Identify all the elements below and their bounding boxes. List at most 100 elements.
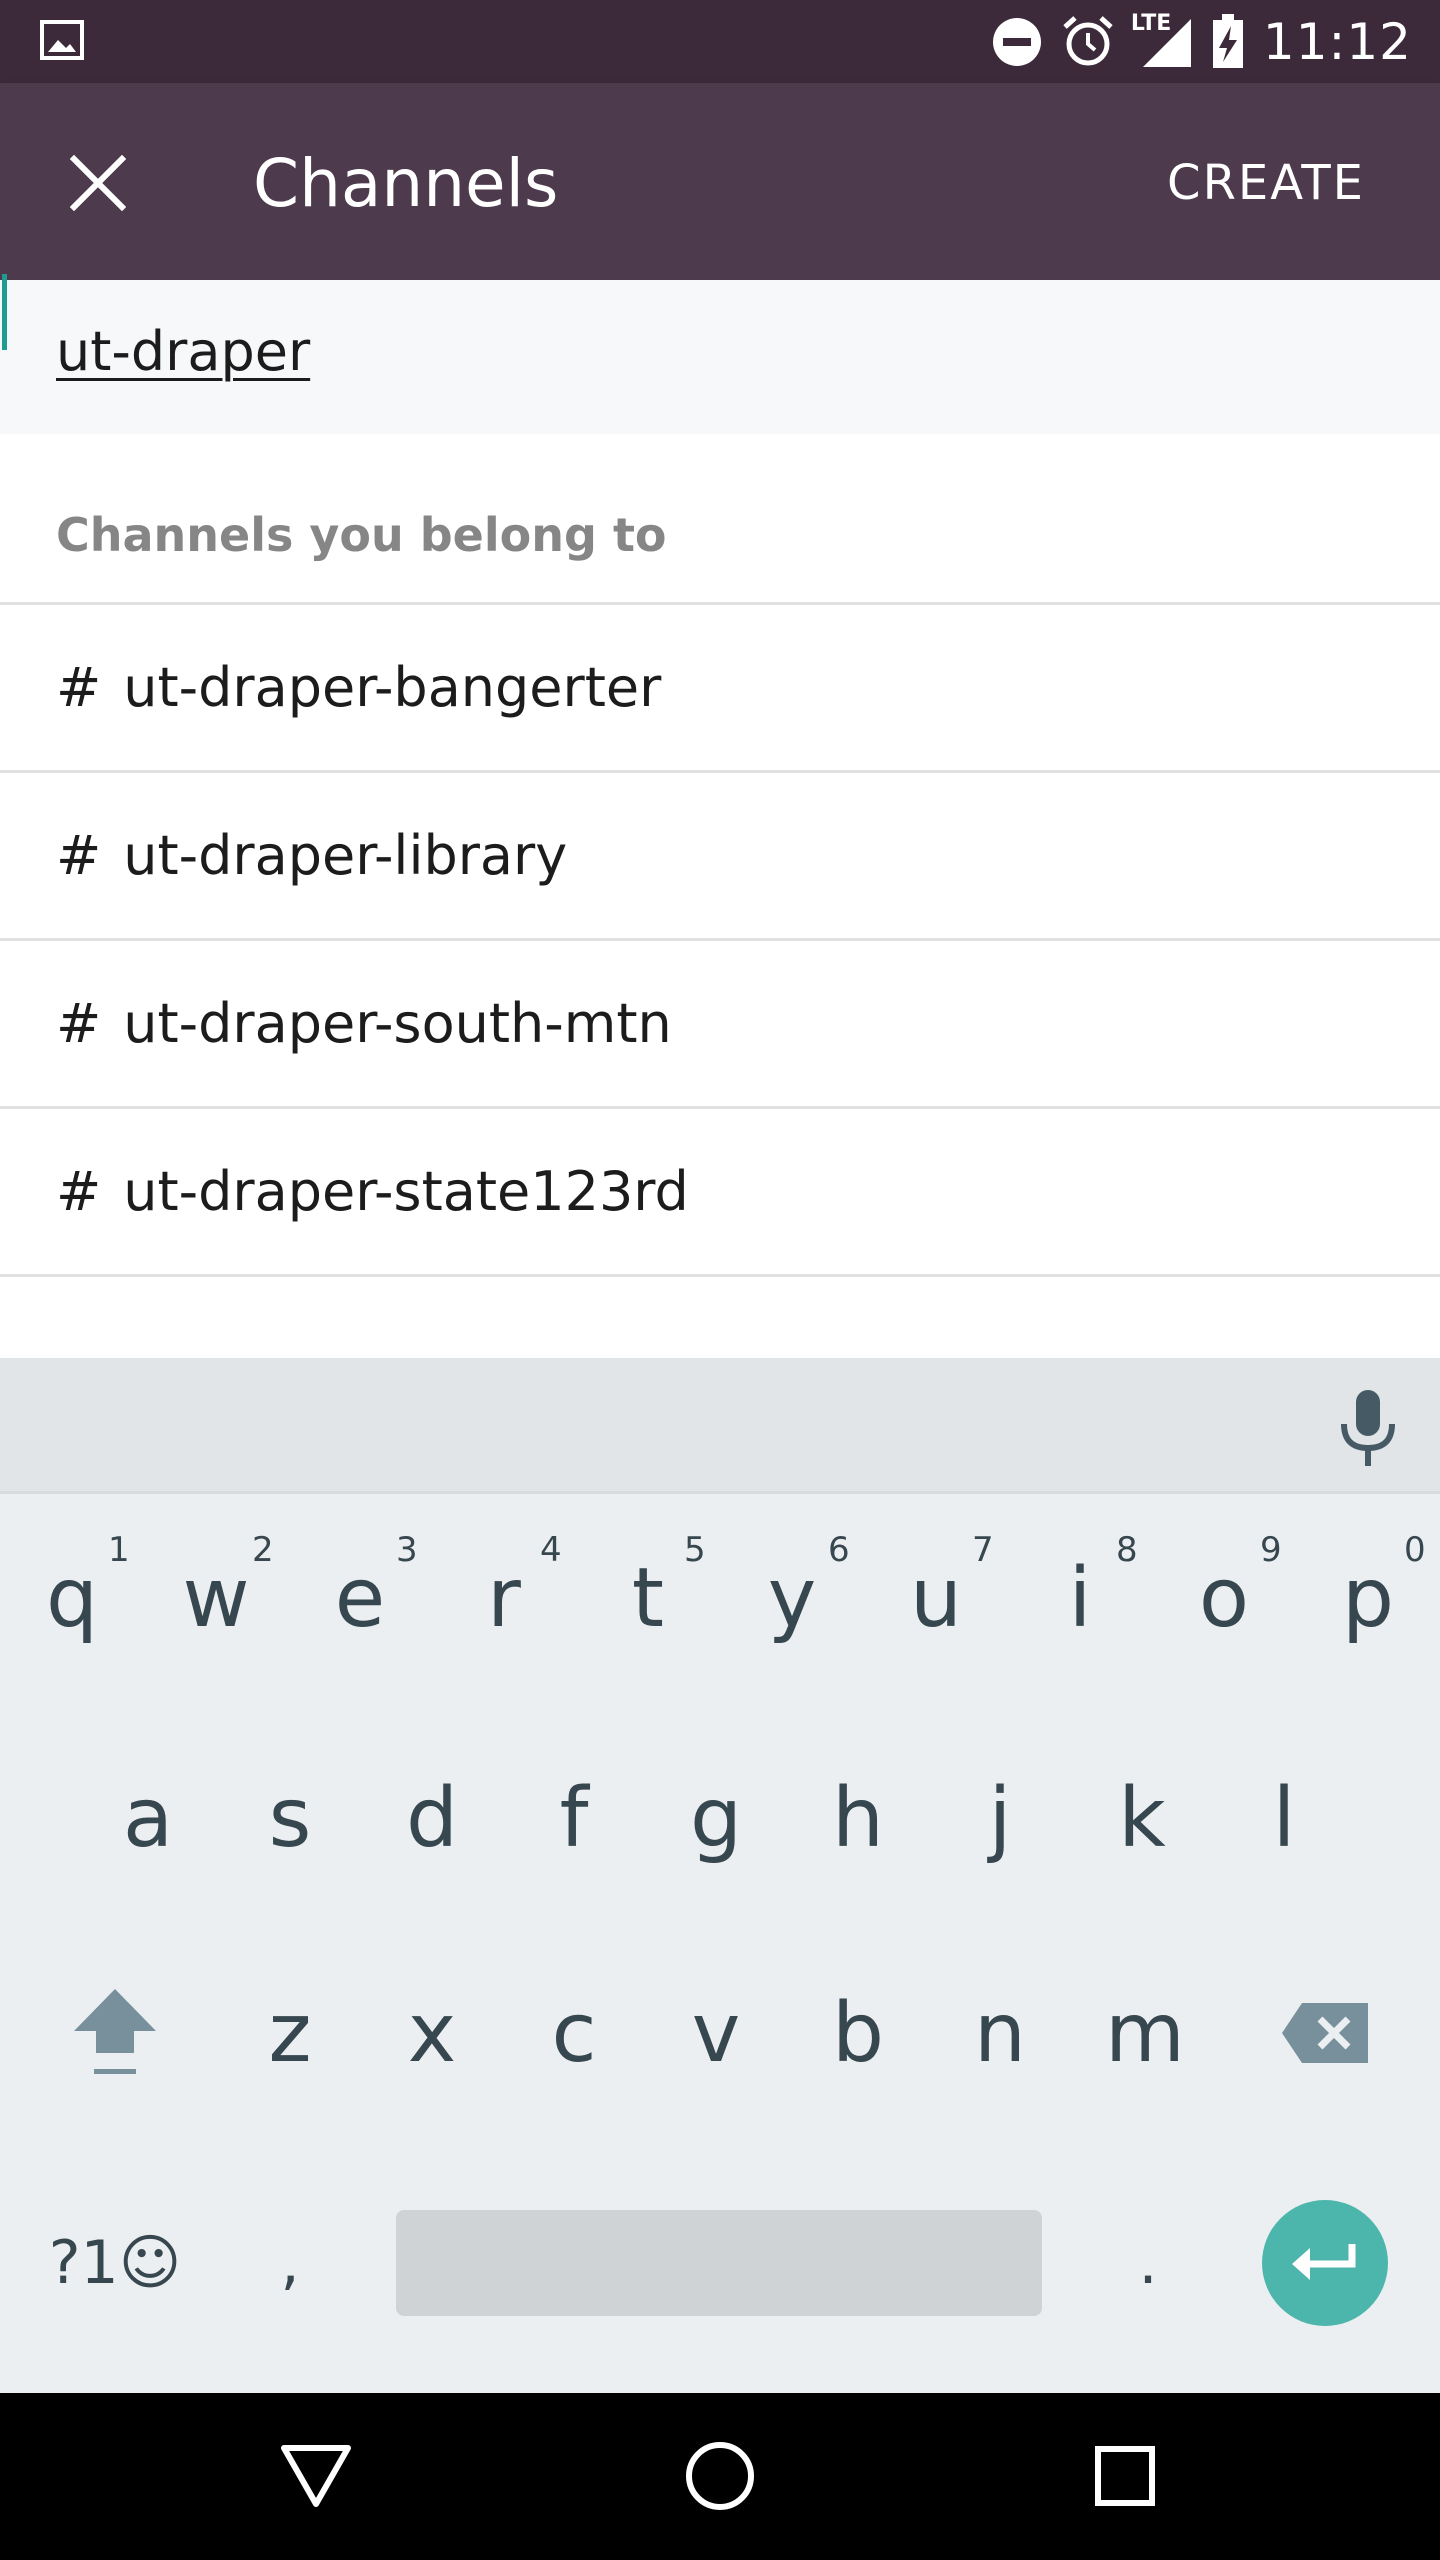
soft-keyboard: 1 q 2 w 3 e 4 r 5 t 6 y 7 u 8 i 9 o 0 p …	[0, 1358, 1440, 2393]
key-a[interactable]: a	[76, 1738, 220, 1898]
key-label: f	[559, 1770, 589, 1866]
microphone-icon[interactable]	[1338, 1388, 1398, 1468]
key-label: m	[1105, 1985, 1185, 2081]
channel-search-field[interactable]: ut-draper	[0, 274, 1440, 434]
key-label: s	[268, 1770, 312, 1866]
shift-icon	[74, 1989, 156, 2074]
channel-list-item[interactable]: # ut-draper-state123rd	[0, 1109, 1440, 1277]
battery-charging-icon	[1212, 13, 1243, 68]
close-button[interactable]	[58, 143, 138, 223]
keyboard-suggestion-strip	[0, 1358, 1440, 1494]
recents-icon	[1095, 2446, 1155, 2506]
key-label: g	[689, 1770, 743, 1866]
channel-name: ut-draper-bangerter	[123, 656, 662, 719]
key-label: b	[831, 1985, 885, 2081]
alarm-icon	[1063, 15, 1113, 65]
key-q[interactable]: 1 q	[0, 1518, 144, 1678]
shift-key[interactable]	[40, 1953, 190, 2113]
space-key[interactable]	[396, 2210, 1042, 2316]
key-y[interactable]: 6 y	[720, 1518, 864, 1678]
back-button[interactable]	[271, 2431, 361, 2521]
back-icon	[281, 2445, 351, 2507]
key-d[interactable]: d	[360, 1738, 504, 1898]
key-label: d	[405, 1770, 459, 1866]
key-v[interactable]: v	[644, 1953, 788, 2113]
key-hint: 8	[1116, 1530, 1138, 1570]
key-label: n	[974, 1985, 1026, 2081]
key-hint: 0	[1404, 1530, 1426, 1570]
key-label: i	[1068, 1550, 1092, 1646]
home-button[interactable]	[675, 2431, 765, 2521]
key-label: p	[1341, 1550, 1395, 1646]
backspace-icon	[1282, 2003, 1368, 2063]
enter-icon	[1292, 2244, 1356, 2280]
channel-list-item[interactable]: # ut-draper-library	[0, 773, 1440, 941]
key-label: ,	[280, 2228, 300, 2298]
channel-name: ut-draper-library	[123, 824, 568, 887]
key-z[interactable]: z	[218, 1953, 362, 2113]
key-x[interactable]: x	[360, 1953, 504, 2113]
key-hint: 1	[108, 1530, 130, 1570]
key-hint: 2	[252, 1530, 274, 1570]
hash-icon: #	[56, 656, 102, 719]
key-n[interactable]: n	[928, 1953, 1072, 2113]
key-i[interactable]: 8 i	[1008, 1518, 1152, 1678]
key-label: w	[182, 1550, 250, 1646]
channel-list-item[interactable]: # ut-draper-bangerter	[0, 605, 1440, 773]
key-hint: 7	[972, 1530, 994, 1570]
key-m[interactable]: m	[1070, 1953, 1220, 2113]
key-label: r	[487, 1550, 521, 1646]
channel-list-item[interactable]: # ut-draper-south-mtn	[0, 941, 1440, 1109]
key-label: a	[122, 1770, 174, 1866]
key-s[interactable]: s	[218, 1738, 362, 1898]
enter-key[interactable]	[1262, 2200, 1388, 2326]
navigation-bar	[0, 2393, 1440, 2560]
home-icon	[686, 2442, 754, 2510]
clock: 11:12	[1262, 12, 1412, 71]
period-key[interactable]: .	[1078, 2188, 1218, 2338]
backspace-key[interactable]	[1250, 1953, 1400, 2113]
symbols-key[interactable]: ?1☺	[30, 2188, 200, 2338]
key-u[interactable]: 7 u	[864, 1518, 1008, 1678]
text-cursor	[2, 274, 7, 350]
key-label: h	[832, 1770, 884, 1866]
hash-icon: #	[56, 992, 102, 1055]
key-r[interactable]: 4 r	[432, 1518, 576, 1678]
key-o[interactable]: 9 o	[1152, 1518, 1296, 1678]
key-g[interactable]: g	[644, 1738, 788, 1898]
key-label: k	[1118, 1770, 1166, 1866]
hash-icon: #	[56, 1160, 102, 1223]
key-label: c	[551, 1985, 597, 2081]
symbols-label: ?1☺	[48, 2228, 182, 2298]
key-c[interactable]: c	[502, 1953, 646, 2113]
key-l[interactable]: l	[1212, 1738, 1356, 1898]
search-input-value[interactable]: ut-draper	[56, 320, 310, 383]
channel-name: ut-draper-south-mtn	[123, 992, 672, 1055]
key-b[interactable]: b	[786, 1953, 930, 2113]
hash-icon: #	[56, 824, 102, 887]
key-k[interactable]: k	[1070, 1738, 1214, 1898]
status-bar: LTE 11:12	[0, 0, 1440, 83]
key-h[interactable]: h	[786, 1738, 930, 1898]
key-label: v	[691, 1985, 741, 2081]
key-e[interactable]: 3 e	[288, 1518, 432, 1678]
recents-button[interactable]	[1080, 2431, 1170, 2521]
key-label: j	[988, 1770, 1012, 1866]
key-label: u	[910, 1550, 962, 1646]
app-bar: Channels CREATE	[0, 83, 1440, 280]
do-not-disturb-icon	[992, 17, 1041, 66]
key-label: y	[767, 1550, 817, 1646]
key-w[interactable]: 2 w	[144, 1518, 288, 1678]
channel-list: # ut-draper-bangerter # ut-draper-librar…	[0, 605, 1440, 1277]
comma-key[interactable]: ,	[220, 2188, 360, 2338]
key-p[interactable]: 0 p	[1296, 1518, 1440, 1678]
key-j[interactable]: j	[928, 1738, 1072, 1898]
image-icon	[40, 20, 84, 60]
key-f[interactable]: f	[502, 1738, 646, 1898]
channel-name: ut-draper-state123rd	[123, 1160, 689, 1223]
page-title: Channels	[253, 145, 559, 222]
key-label: l	[1272, 1770, 1296, 1866]
key-hint: 6	[828, 1530, 850, 1570]
create-button[interactable]: CREATE	[1167, 155, 1365, 211]
key-t[interactable]: 5 t	[576, 1518, 720, 1678]
